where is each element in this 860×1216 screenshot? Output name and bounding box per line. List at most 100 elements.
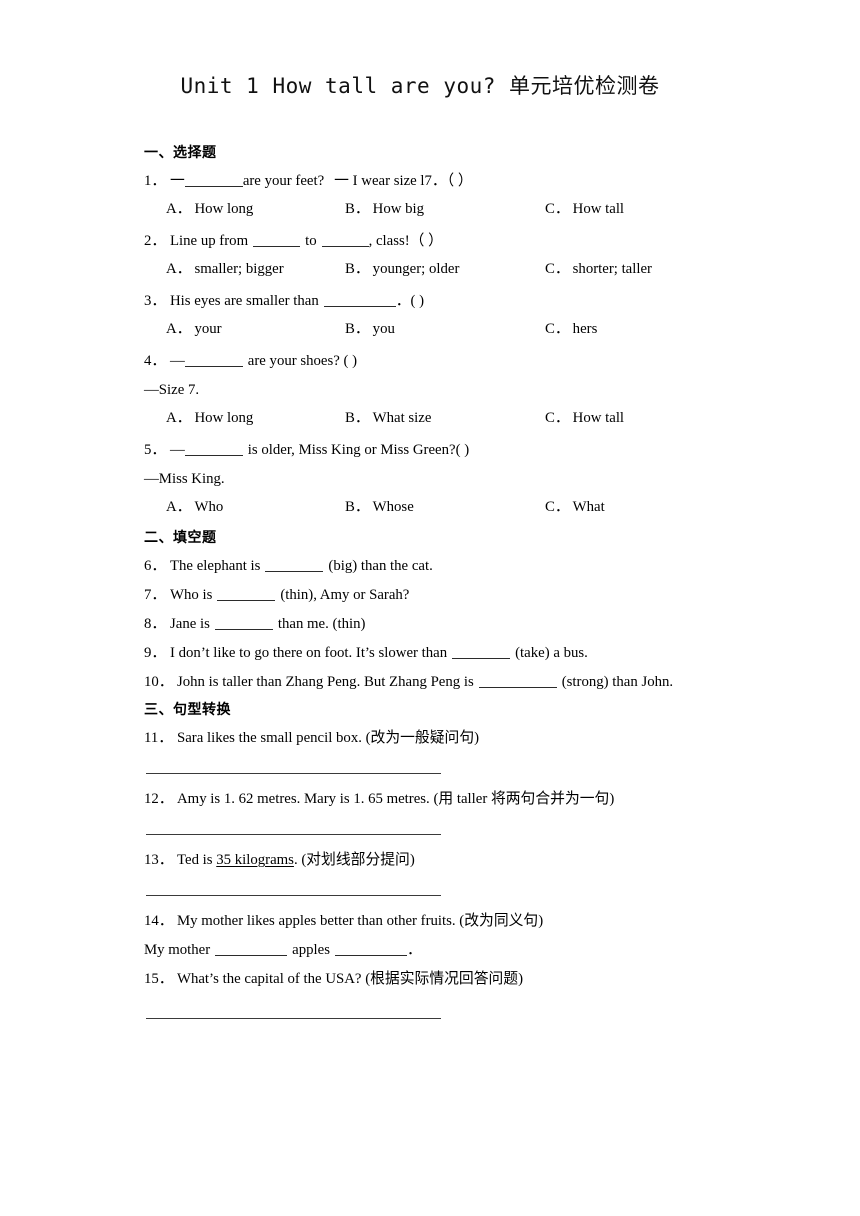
question-8-text-a: Jane is xyxy=(170,616,210,633)
question-7: 7． Who is (thin), Amy or Sarah? xyxy=(144,587,724,604)
question-11-answer-line[interactable] xyxy=(146,773,441,775)
question-10-number: 10． xyxy=(144,674,174,691)
question-2-blank-2[interactable] xyxy=(321,234,369,248)
question-13-underlined-part: 35 kilograms xyxy=(216,852,294,869)
question-1: 1．一 are your feet? 一 I wear size l7．（ ） xyxy=(144,173,724,190)
question-14-blank-1[interactable] xyxy=(215,943,288,957)
question-4-answer: —Size 7. xyxy=(144,382,200,399)
question-2-text-a: Line up from xyxy=(170,233,249,250)
question-15-answer-line[interactable] xyxy=(146,1018,441,1020)
question-6-text-b: (big) than the cat. xyxy=(328,558,433,575)
question-4-text: are your shoes? ( ) xyxy=(247,353,358,370)
question-14-text: My mother likes apples better than other… xyxy=(177,913,544,930)
question-8-number: 8． xyxy=(144,616,167,633)
question-12-answer-line[interactable] xyxy=(146,834,441,836)
question-2-blank-1[interactable] xyxy=(253,234,301,248)
question-4: 4． — are your shoes? ( ) xyxy=(144,353,724,370)
question-12-number: 12． xyxy=(144,791,174,808)
question-13-text-before: Ted is xyxy=(177,852,217,869)
question-4-option-a[interactable]: A． How long xyxy=(166,411,253,426)
question-12: 12． Amy is 1. 62 metres. Mary is 1. 65 me… xyxy=(144,791,724,808)
question-10: 10． John is taller than Zhang Peng. But Z… xyxy=(144,674,724,691)
page-title: Unit 1 How tall are you? 单元培优检测卷 xyxy=(180,74,660,98)
question-15-number: 15． xyxy=(144,971,174,988)
question-1-options: A． How long B． How big C． How tall xyxy=(144,202,724,220)
question-6-number: 6． xyxy=(144,558,167,575)
question-5-options: A． Who B． Whose C． What xyxy=(144,500,724,518)
question-5-option-b[interactable]: B． Whose xyxy=(345,500,414,515)
question-3-option-a[interactable]: A． your xyxy=(166,322,222,337)
question-14-blank-2[interactable] xyxy=(334,943,407,957)
question-8-blank[interactable] xyxy=(214,617,273,631)
question-8-text-b: than me. (thin) xyxy=(277,616,366,633)
question-2: 2． Line up from to , class!（ ） xyxy=(144,233,724,250)
question-5-option-a[interactable]: A． Who xyxy=(166,500,223,515)
question-6-text-a: The elephant is xyxy=(170,558,261,575)
question-7-number: 7． xyxy=(144,587,167,604)
question-14: 14． My mother likes apples better than ot… xyxy=(144,913,724,930)
question-9-text-a: I don’t like to go there on foot. It’s s… xyxy=(170,645,448,662)
question-5-dash: — xyxy=(170,442,185,459)
question-3-text-b: ．( ) xyxy=(395,293,425,310)
section-heading-2: 二、填空题 xyxy=(144,530,217,547)
exam-content: 一、选择题 1．一 are your feet? 一 I wear size l7．… xyxy=(144,145,724,1020)
question-5-blank[interactable] xyxy=(184,443,243,457)
question-3-options: A． your B． you C． hers xyxy=(144,322,724,340)
question-10-text-b: (strong) than John. xyxy=(561,674,674,691)
question-4-number: 4． xyxy=(144,353,167,370)
question-1-text: are your feet? xyxy=(242,173,325,189)
section-heading-3: 三、句型转换 xyxy=(144,702,231,719)
question-14-number: 14． xyxy=(144,913,174,930)
question-13-number: 13． xyxy=(144,852,174,869)
question-2-option-a[interactable]: A． smaller; bigger xyxy=(166,262,284,277)
question-3: 3． His eyes are smaller than ．( ) xyxy=(144,293,724,310)
question-7-blank[interactable] xyxy=(217,588,276,602)
question-1-dash: 一 xyxy=(170,173,185,189)
question-5: 5． — is older, Miss King or Miss Green?( ) xyxy=(144,442,724,459)
question-13-answer-line[interactable] xyxy=(146,895,441,897)
question-15-text: What’s the capital of the USA? (根据实际情况回答… xyxy=(177,971,524,988)
question-2-text-c: , class!（ ） xyxy=(368,233,443,250)
question-8: 8． Jane is than me. (thin) xyxy=(144,616,724,633)
question-4-option-b[interactable]: B． What size xyxy=(345,411,431,426)
question-15: 15． What’s the capital of the USA? (根据实际情… xyxy=(144,971,724,988)
question-10-blank[interactable] xyxy=(478,675,557,689)
question-5-option-c[interactable]: C． What xyxy=(545,500,605,515)
question-7-text-a: Who is xyxy=(170,587,213,604)
question-2-option-b[interactable]: B． younger; older xyxy=(345,262,459,277)
question-9-number: 9． xyxy=(144,645,167,662)
question-6: 6． The elephant is (big) than the cat. xyxy=(144,558,724,575)
question-2-number: 2． xyxy=(144,233,167,250)
question-3-number: 3． xyxy=(144,293,167,310)
question-3-text-a: His eyes are smaller than xyxy=(170,293,319,310)
question-7-text-b: (thin), Amy or Sarah? xyxy=(280,587,410,604)
question-13: 13． Ted is 35 kilograms. (对划线部分提问) xyxy=(144,852,724,869)
question-1-option-c[interactable]: C． How tall xyxy=(545,202,624,217)
question-14-fill-text-a: My mother xyxy=(144,942,211,959)
question-3-blank[interactable] xyxy=(323,294,396,308)
question-1-option-b[interactable]: B． How big xyxy=(345,202,424,217)
question-14-fill-text-c: ． xyxy=(406,942,422,959)
question-3-option-b[interactable]: B． you xyxy=(345,322,395,337)
question-4-blank[interactable] xyxy=(184,354,243,368)
question-4-option-c[interactable]: C． How tall xyxy=(545,411,624,426)
question-9-text-b: (take) a bus. xyxy=(515,645,588,662)
question-9-blank[interactable] xyxy=(452,646,511,660)
question-6-blank[interactable] xyxy=(265,559,324,573)
exam-paper-page: Unit 1 How tall are you? 单元培优检测卷 一、选择题 1… xyxy=(0,0,860,1216)
question-5-number: 5． xyxy=(144,442,167,459)
question-14-fill-line: My mother apples ． xyxy=(144,942,724,959)
question-13-text-after: . (对划线部分提问) xyxy=(293,852,415,869)
question-1-blank[interactable] xyxy=(184,174,243,187)
question-1-option-a[interactable]: A． How long xyxy=(166,202,253,217)
question-2-text-b: to xyxy=(305,233,317,250)
question-4-dash: — xyxy=(170,353,185,370)
question-2-option-c[interactable]: C． shorter; taller xyxy=(545,262,652,277)
question-4-options: A． How long B． What size C． How tall xyxy=(144,411,724,429)
question-1-number: 1． xyxy=(144,173,167,189)
question-3-option-c[interactable]: C． hers xyxy=(545,322,597,337)
section-heading-1: 一、选择题 xyxy=(144,145,217,161)
question-11-number: 11． xyxy=(144,730,174,747)
question-12-text: Amy is 1. 62 metres. Mary is 1. 65 metre… xyxy=(177,791,615,808)
question-11-text: Sara likes the small pencil box. (改为一般疑问… xyxy=(177,730,480,747)
